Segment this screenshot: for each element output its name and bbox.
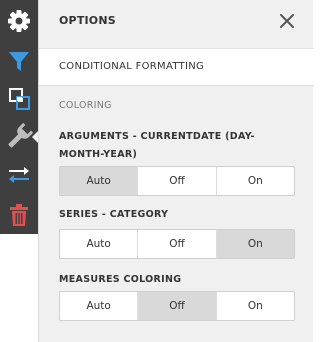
- series-coloring-selector: Auto Off On: [59, 229, 295, 259]
- measures-auto-option[interactable]: Auto: [60, 292, 139, 320]
- filter-tool-button[interactable]: [0, 42, 38, 80]
- swap-arrows-icon: [9, 167, 29, 183]
- measures-off-option[interactable]: Off: [138, 292, 217, 320]
- filter-icon: [9, 52, 29, 71]
- measures-coloring-selector: Auto Off On: [59, 291, 295, 321]
- options-panel: OPTIONS CONDITIONAL FORMATTING COLORING …: [38, 0, 314, 342]
- layers-icon: [9, 88, 30, 110]
- arguments-coloring-selector: Auto Off On: [59, 166, 295, 196]
- arguments-coloring-label: ARGUMENTS - CURRENTDATE (DAY-MONTH-YEAR): [59, 131, 255, 160]
- trash-icon: [10, 204, 28, 226]
- swap-tool-button[interactable]: [0, 156, 38, 194]
- measures-coloring-label: MEASURES COLORING: [59, 274, 182, 285]
- delete-tool-button[interactable]: [0, 196, 38, 234]
- close-icon: [280, 14, 294, 28]
- series-coloring-label: SERIES - CATEGORY: [59, 209, 169, 220]
- gear-tool-button[interactable]: [0, 2, 38, 40]
- series-off-option[interactable]: Off: [138, 230, 217, 258]
- series-auto-option[interactable]: Auto: [60, 230, 139, 258]
- measures-on-option[interactable]: On: [217, 292, 294, 320]
- arguments-off-option[interactable]: Off: [138, 167, 217, 195]
- conditional-formatting-section[interactable]: CONDITIONAL FORMATTING: [39, 48, 314, 86]
- series-on-option[interactable]: On: [216, 230, 294, 258]
- side-toolbar: [0, 0, 39, 234]
- section-label: CONDITIONAL FORMATTING: [59, 61, 205, 72]
- coloring-group-label: COLORING: [59, 100, 112, 111]
- gear-icon: [8, 10, 30, 32]
- wrench-tool-button[interactable]: [0, 118, 39, 156]
- close-button[interactable]: [277, 11, 297, 31]
- arguments-auto-option[interactable]: Auto: [60, 167, 139, 195]
- panel-title: OPTIONS: [59, 14, 116, 27]
- layers-tool-button[interactable]: [0, 80, 38, 118]
- panel-header: OPTIONS: [39, 0, 314, 42]
- arguments-on-option[interactable]: On: [217, 167, 294, 195]
